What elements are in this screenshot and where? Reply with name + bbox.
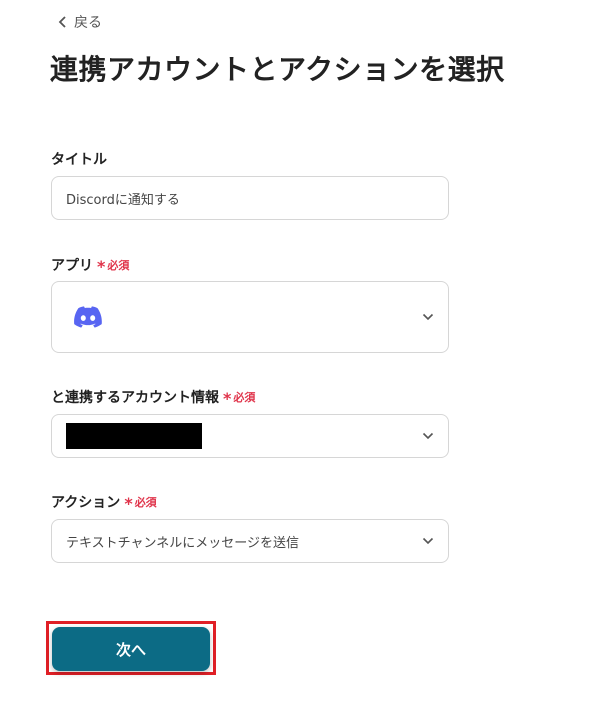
back-link-label: 戻る: [74, 15, 102, 31]
required-asterisk: *: [97, 257, 106, 276]
account-select[interactable]: [51, 414, 449, 458]
action-field-label-text: アクション: [51, 495, 121, 511]
action-field-label: アクション * 必須: [51, 492, 157, 512]
chevron-left-icon: [58, 16, 66, 28]
page-title: 連携アカウントとアクションを選択: [50, 53, 505, 86]
action-select-value: テキストチャンネルにメッセージを送信: [66, 535, 299, 551]
required-asterisk: *: [124, 494, 133, 513]
chevron-down-icon: [422, 313, 434, 321]
required-badge: * 必須: [97, 257, 130, 276]
page: 戻る 連携アカウントとアクションを選択 タイトル アプリ * 必須 と連携するア…: [0, 0, 592, 710]
title-field[interactable]: [51, 176, 449, 220]
app-select[interactable]: [51, 281, 449, 353]
title-field-label: タイトル: [51, 149, 107, 169]
app-field-label-text: アプリ: [51, 258, 93, 274]
next-button[interactable]: 次へ: [52, 627, 210, 671]
chevron-down-icon: [422, 432, 434, 440]
required-badge: * 必須: [223, 389, 256, 408]
required-label: 必須: [233, 391, 256, 404]
title-input[interactable]: [52, 190, 448, 206]
required-badge: * 必須: [124, 494, 157, 513]
required-label: 必須: [134, 496, 157, 509]
account-field-label-text: と連携するアカウント情報: [51, 390, 219, 406]
back-link[interactable]: 戻る: [58, 12, 102, 32]
action-select[interactable]: テキストチャンネルにメッセージを送信: [51, 519, 449, 563]
redacted-account-name: [66, 423, 202, 449]
account-field-label: と連携するアカウント情報 * 必須: [51, 387, 255, 407]
required-asterisk: *: [223, 389, 232, 408]
title-field-label-text: タイトル: [51, 152, 107, 168]
chevron-down-icon: [422, 537, 434, 545]
required-label: 必須: [107, 259, 130, 272]
app-field-label: アプリ * 必須: [51, 255, 129, 275]
discord-icon: [74, 306, 102, 328]
